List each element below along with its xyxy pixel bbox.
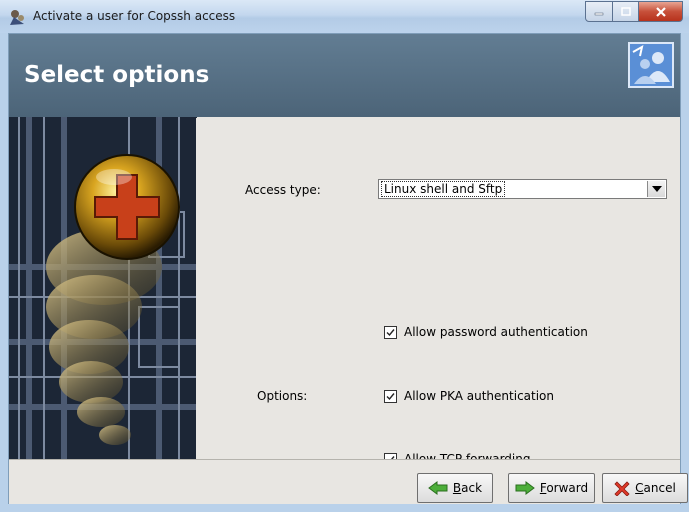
wizard-side-image xyxy=(9,117,196,459)
cancel-label: ancel xyxy=(643,481,676,495)
dropdown-arrow-icon[interactable] xyxy=(647,181,665,197)
password-auth-label: Allow password authentication xyxy=(404,325,588,339)
back-mnemonic: B xyxy=(452,481,462,495)
cancel-x-icon xyxy=(614,481,630,496)
page-title: Select options xyxy=(24,62,210,88)
wizard-footer: Back Forward Cancel xyxy=(9,459,688,504)
option-pka-auth[interactable]: Allow PKA authentication xyxy=(384,389,554,403)
options-label: Options: xyxy=(257,389,308,403)
forward-button[interactable]: Forward xyxy=(508,473,595,503)
password-auth-checkbox[interactable] xyxy=(384,325,397,339)
maximize-button[interactable] xyxy=(613,1,639,22)
forward-arrow-icon xyxy=(515,481,535,495)
back-label: ack xyxy=(461,481,483,495)
window-title: Activate a user for Copssh access xyxy=(33,9,236,23)
copssh-app-icon xyxy=(10,10,24,25)
pka-auth-label: Allow PKA authentication xyxy=(404,389,554,403)
title-bar[interactable]: Activate a user for Copssh access xyxy=(0,0,689,33)
options-panel: Access type: Linux shell and Sftp Allow … xyxy=(197,117,680,466)
installer-window: Activate a user for Copssh access Select… xyxy=(0,0,689,512)
close-icon xyxy=(655,6,666,17)
forward-label: orward xyxy=(546,481,589,495)
cancel-button[interactable]: Cancel xyxy=(602,473,688,503)
access-type-value: Linux shell and Sftp xyxy=(380,181,506,197)
minimize-button[interactable] xyxy=(585,1,613,22)
access-type-select[interactable]: Linux shell and Sftp xyxy=(378,179,667,199)
maximize-icon xyxy=(620,6,631,16)
back-arrow-icon xyxy=(428,481,448,495)
plus-ball-illustration xyxy=(9,117,196,459)
pka-auth-checkbox[interactable] xyxy=(384,389,397,403)
cancel-mnemonic: C xyxy=(635,481,644,495)
users-logo-icon xyxy=(628,42,674,88)
access-type-label: Access type: xyxy=(245,183,321,197)
back-button[interactable]: Back xyxy=(417,473,493,503)
window-controls xyxy=(585,1,683,22)
minimize-icon xyxy=(594,12,604,15)
wizard-header: Select options xyxy=(9,34,680,118)
wizard-body: Select options Access type: Linux shell … xyxy=(8,33,688,504)
option-password-auth[interactable]: Allow password authentication xyxy=(384,325,588,339)
close-button[interactable] xyxy=(639,1,683,22)
